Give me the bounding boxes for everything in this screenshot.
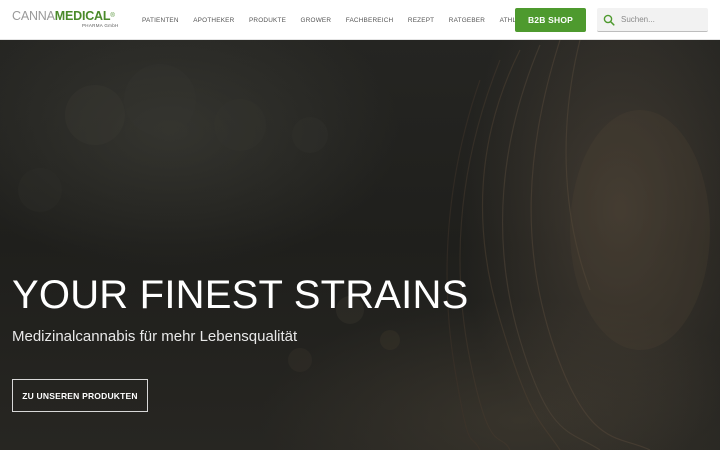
- nav-item-grower[interactable]: GROWER: [301, 17, 332, 24]
- logo-registered: ®: [110, 13, 115, 19]
- cannamedical-logo[interactable]: CANNAMEDICAL® PHARMA GmbH: [12, 10, 124, 30]
- hero-section: YOUR FINEST STRAINS Medizinalcannabis fü…: [0, 40, 720, 450]
- b2b-shop-button[interactable]: B2B SHOP: [515, 8, 586, 32]
- hero-title: YOUR FINEST STRAINS: [12, 273, 469, 317]
- nav-item-apotheker[interactable]: APOTHEKER: [193, 17, 234, 24]
- nav-item-rezept[interactable]: REZEPT: [408, 17, 434, 24]
- nav-item-ratgeber[interactable]: RATGEBER: [449, 17, 485, 24]
- nav-item-produkte[interactable]: PRODUKTE: [249, 17, 286, 24]
- logo-wordmark: CANNAMEDICAL®: [12, 10, 124, 23]
- site-header: CANNAMEDICAL® PHARMA GmbH PATIENTEN APOT…: [0, 0, 720, 40]
- logo-tagline: PHARMA GmbH: [82, 23, 119, 28]
- nav-item-fachbereich[interactable]: FACHBEREICH: [346, 17, 394, 24]
- logo-medical: MEDICAL: [54, 9, 111, 23]
- nav-item-patienten[interactable]: PATIENTEN: [142, 17, 179, 24]
- search-box[interactable]: [597, 8, 708, 32]
- search-icon[interactable]: [603, 14, 615, 26]
- logo-canna: CANNA: [12, 9, 55, 23]
- hero-subtitle: Medizinalcannabis für mehr Lebensqualitä…: [12, 328, 298, 345]
- main-nav: PATIENTEN APOTHEKER PRODUKTE GROWER FACH…: [142, 0, 549, 40]
- products-cta-button[interactable]: ZU UNSEREN PRODUKTEN: [12, 379, 148, 412]
- search-input[interactable]: [621, 15, 701, 24]
